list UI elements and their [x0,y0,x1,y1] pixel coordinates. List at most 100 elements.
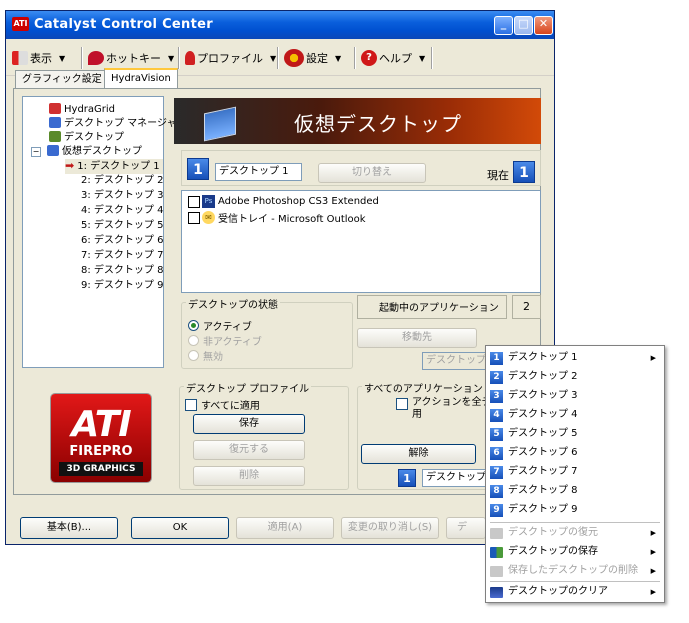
view-icon [12,51,28,65]
close-button[interactable]: ✕ [534,16,553,35]
list-item[interactable]: ✉ 受信トレイ - Microsoft Outlook [188,210,366,225]
menu-item-desktop-6[interactable]: 6 デスクトップ 6 [486,444,664,462]
submenu-arrow-icon: ▶ [650,588,656,596]
all-apps-target-field[interactable]: デスクトップ 1 [422,469,486,487]
menu-item-label: デスクトップ 3 [508,390,578,401]
menu-item-desktop-3[interactable]: 3 デスクトップ 3 [486,387,664,405]
toolbar-divider [277,47,279,69]
menu-item-label: デスクトップ 4 [508,409,578,420]
tree-item-desktop-3[interactable]: 3: デスクトップ 3 [81,189,163,203]
tree-item-desktop-9[interactable]: 9: デスクトップ 9 [81,279,163,293]
profiles-menu-button[interactable]: プロファイル ▼ [185,47,276,69]
checkbox-label-line2: 用 [412,409,422,420]
title-bar[interactable]: ATI Catalyst Control Center _ □ ✕ [6,11,554,39]
menu-item-desktop-2[interactable]: 2 デスクトップ 2 [486,368,664,386]
tab-graphics-settings[interactable]: グラフィック設定 [15,70,109,88]
profile-save-button[interactable]: 保存 [193,414,305,434]
basic-button[interactable]: 基本(B)... [20,517,118,539]
virtual-desktop-banner-icon [204,106,236,142]
menu-item-restore-desktop[interactable]: デスクトップの復元 ▶ [486,524,664,542]
help-menu-button[interactable]: ? ヘルプ ▼ [361,47,425,69]
profile-person-icon [185,51,195,65]
menu-item-desktop-1[interactable]: 1 デスクトップ 1 ▶ [486,349,664,367]
menu-item-desktop-7[interactable]: 7 デスクトップ 7 [486,463,664,481]
running-apps-label: 起動中のアプリケーション [379,303,499,314]
ati-firepro-logo: ATI FIREPRO 3D GRAPHICS [51,394,151,482]
menu-divider [490,522,660,523]
apply-all-checkbox[interactable]: すべてに適用 [185,397,260,412]
all-apps-label: すべてのアプリケーション [362,380,485,395]
desktop-profile-label: デスクトップ プロファイル [184,380,312,395]
maximize-icon: □ [518,17,529,30]
tree-item-desktop-8[interactable]: 8: デスクトップ 8 [81,264,163,278]
radio-disabled[interactable]: 無効 [188,348,223,363]
menu-item-save-desktop[interactable]: デスクトップの保存 ▶ [486,543,664,561]
menu-item-label: デスクトップ 9 [508,504,578,515]
close-icon: ✕ [538,17,549,30]
radio-inactive[interactable]: 非アクティブ [188,333,262,348]
logo-sub: FIREPRO [69,444,133,459]
ok-button[interactable]: OK [131,517,229,539]
menu-item-desktop-5[interactable]: 5 デスクトップ 5 [486,425,664,443]
tree-item-virtual-desktop[interactable]: − 仮想デスクトップ [31,145,142,159]
view-label: 表示 [30,52,52,65]
menu-item-label: デスクトップ 6 [508,447,578,458]
radio-active[interactable]: アクティブ [188,318,252,333]
menu-item-desktop-8[interactable]: 8 デスクトップ 8 [486,482,664,500]
partial-bottom-button[interactable]: デ [446,517,486,539]
tree-item-desktop[interactable]: デスクトップ [49,131,124,145]
hotkeys-menu-button[interactable]: ホットキー ▼ [88,47,174,69]
menu-item-desktop-9[interactable]: 9 デスクトップ 9 [486,501,664,519]
minimize-icon: _ [500,17,507,30]
settings-menu-button[interactable]: 設定 ▼ [284,47,341,69]
tree-item-desktop-4[interactable]: 4: デスクトップ 4 [81,204,163,218]
radio-label: 非アクティブ [203,337,262,348]
release-button[interactable]: 解除 [361,444,476,464]
list-item[interactable]: Ps Adobe Photoshop CS3 Extended [188,195,379,208]
tree-item-hydragrid[interactable]: HydraGrid [49,103,115,117]
arrow-right-icon: ➡ [65,159,75,172]
radio-icon [188,335,199,346]
menu-item-label: デスクトップ 2 [508,371,578,382]
desktop-icon [49,131,61,142]
submenu-arrow-icon: ▶ [650,567,656,575]
maximize-button: □ [514,16,533,35]
checkbox-label: すべてに適用 [201,401,260,412]
menu-item-clear-desktop[interactable]: デスクトップのクリア ▶ [486,583,664,601]
toolbar-divider [354,47,356,69]
apply-button[interactable]: 適用(A) [236,517,334,539]
collapse-icon[interactable]: − [31,147,41,157]
menu-item-label: デスクトップ 7 [508,466,578,477]
profile-restore-button[interactable]: 復元する [193,440,305,460]
menu-item-delete-saved-desktop[interactable]: 保存したデスクトップの削除 ▶ [486,562,664,580]
minimize-button[interactable]: _ [494,16,513,35]
radio-icon [188,350,199,361]
tree-item-desktop-2[interactable]: 2: デスクトップ 2 [81,174,163,188]
menu-item-label: デスクトップ 8 [508,485,578,496]
switch-button[interactable]: 切り替え [318,163,426,183]
current-desktop-badge: 1 [513,161,535,183]
view-menu-button[interactable]: 表示 ▼ [12,47,65,69]
discard-changes-button[interactable]: 変更の取り消し(S) [341,517,439,539]
tree-item-desktop-6[interactable]: 6: デスクトップ 6 [81,234,163,248]
desktop-number-icon: 8 [490,484,503,498]
move-target-field[interactable]: デスクトップ 2 [422,352,486,370]
menu-item-desktop-4[interactable]: 4 デスクトップ 4 [486,406,664,424]
context-menu: 1 デスクトップ 1 ▶ 2 デスクトップ 2 3 デスクトップ 3 4 デスクトップ 4… [485,345,665,603]
desktop-number-icon: 6 [490,446,503,460]
tree-item-desktop-7[interactable]: 7: デスクトップ 7 [81,249,163,263]
outlook-inbox-icon: ✉ [202,211,215,224]
profile-delete-button[interactable]: 削除 [193,466,305,486]
tree-item-desktop-5[interactable]: 5: デスクトップ 5 [81,219,163,233]
checkbox[interactable] [188,195,200,208]
tree-item-desktop-1[interactable]: ➡ 1: デスクトップ 1 [65,159,163,174]
restore-icon [490,527,503,539]
checkbox[interactable] [188,211,200,224]
profiles-label: プロファイル [197,52,263,65]
move-to-button[interactable]: 移動先 [357,328,477,348]
tree-item-desktop-manager[interactable]: デスクトップ マネージャ [49,117,176,131]
tab-hydravision[interactable]: HydraVision [104,68,178,89]
desktop-number-icon: 5 [490,427,503,441]
submenu-arrow-icon: ▶ [650,529,656,537]
desktop-name-input[interactable]: デスクトップ 1 [215,163,302,181]
